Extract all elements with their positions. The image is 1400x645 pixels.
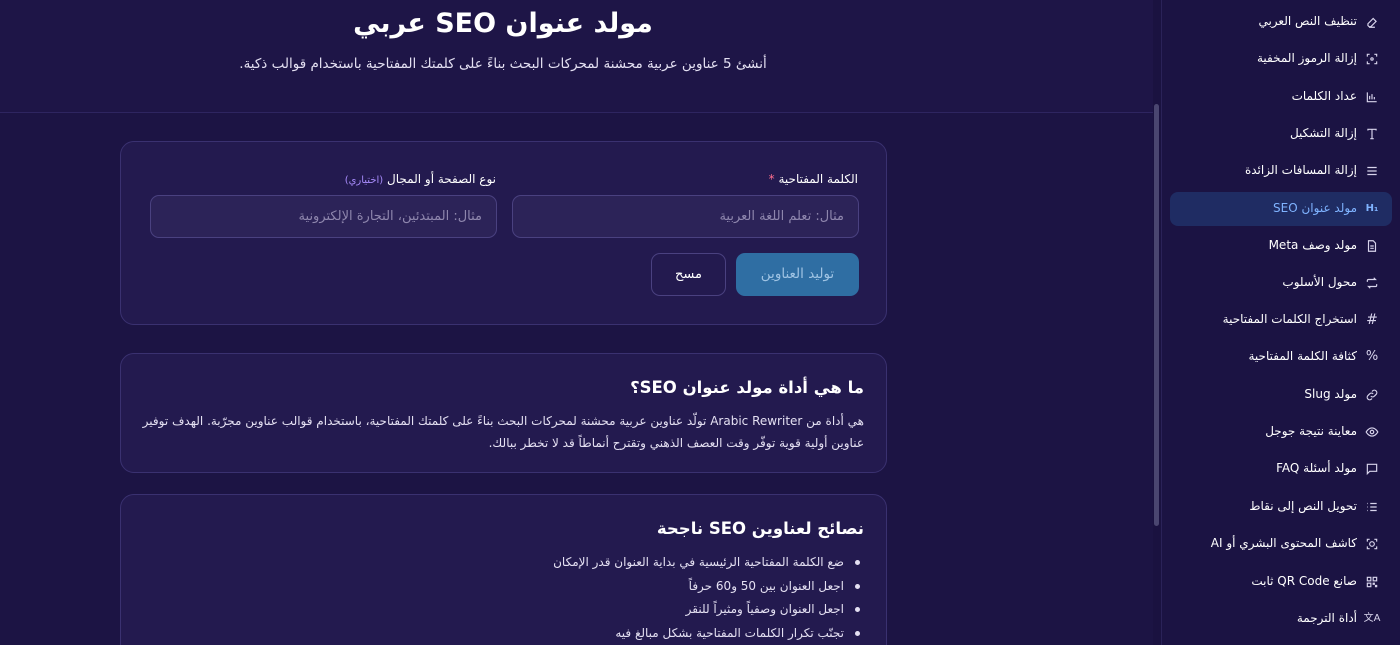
generate-titles-button[interactable]: توليد العناوين [736,253,859,296]
sidebar-item-label: إزالة الرموز المخفية [1256,51,1357,65]
lines-icon [1363,162,1381,180]
sidebar-item-label: مولد وصف Meta [1268,238,1357,252]
hash-icon: # [1366,312,1378,328]
ai-scan-icon [1363,535,1381,553]
keyword-label-text: الكلمة المفتاحية [778,172,858,186]
about-tool-title: ما هي أداة مولد عنوان SEO؟ [630,378,864,397]
scan-icon [1363,50,1381,68]
tips-title: نصائح لعناوين SEO ناجحة [656,519,864,538]
about-tool-card: ما هي أداة مولد عنوان SEO؟ هي أداة من Ar… [120,353,887,473]
sidebar-item-label: كاشف المحتوى البشري أو AI [1210,536,1357,550]
sidebar-item-qr-code[interactable]: صانع QR Code ثابت [1170,565,1392,599]
sidebar-item-label: تحويل النص إلى نقاط [1249,499,1357,513]
sidebar-item-translate[interactable]: 文A أداة الترجمة [1170,602,1392,636]
chart-icon [1363,88,1381,106]
tips-list: ضع الكلمة المفتاحية الرئيسية في بداية ال… [553,551,864,645]
sidebar-item-remove-spaces[interactable]: إزالة المسافات الزائدة [1170,154,1392,188]
sidebar-item-label: كثافة الكلمة المفتاحية [1248,349,1358,363]
sidebar-item-label: استخراج الكلمات المفتاحية [1222,312,1357,326]
required-mark: * [768,172,775,186]
sidebar-item-bullets[interactable]: تحويل النص إلى نقاط [1170,490,1392,524]
sidebar-item-remove-hidden[interactable]: إزالة الرموز المخفية [1170,42,1392,76]
sidebar-item-faq[interactable]: مولد أسئلة FAQ [1170,452,1392,486]
eye-icon [1363,423,1381,441]
about-tool-text: هي أداة من Arabic Rewriter تولّد عناوين … [142,414,864,450]
qr-icon [1363,573,1381,591]
sidebar-item-keyword-extract[interactable]: # استخراج الكلمات المفتاحية [1170,303,1392,337]
tip-item: ضع الكلمة المفتاحية الرئيسية في بداية ال… [553,551,864,575]
sidebar-item-label: معاينة نتيجة جوجل [1265,424,1357,438]
keyword-label: الكلمة المفتاحية * [769,172,858,186]
repeat-icon [1363,274,1381,292]
generator-form-card: الكلمة المفتاحية * نوع الصفحة أو المجال … [120,141,887,325]
sidebar-item-label: تنظيف النص العربي [1258,14,1357,28]
heading-icon: H₁ [1365,203,1379,214]
sidebar-item-google-preview[interactable]: معاينة نتيجة جوجل [1170,415,1392,449]
sidebar-item-style-converter[interactable]: محول الأسلوب [1170,266,1392,300]
optional-mark: (اختياري) [344,175,384,186]
translate-icon: 文A [1363,613,1381,624]
sidebar-item-label: إزالة المسافات الزائدة [1244,163,1357,177]
sidebar-item-keyword-density[interactable]: % كثافة الكلمة المفتاحية [1170,340,1392,374]
message-icon [1363,460,1381,478]
clear-button[interactable]: مسح [651,253,726,296]
file-icon [1363,237,1381,255]
eraser-icon [1363,13,1381,31]
sidebar-item-meta-description[interactable]: مولد وصف Meta [1170,229,1392,263]
percent-icon: % [1365,349,1379,364]
page-type-label: نوع الصفحة أو المجال (اختياري) [345,172,496,186]
page-type-input[interactable]: مثال: المبتدئين، التجارة الإلكترونية [150,195,497,238]
sidebar-item-label: أداة الترجمة [1296,611,1357,625]
page-header: مولد عنوان SEO عربي أنشئ 5 عناوين عربية … [0,0,1153,113]
scrollbar-thumb[interactable] [1154,104,1159,526]
sidebar-item-label: مولد Slug [1304,387,1357,401]
sidebar-item-label: مولد عنوان SEO [1273,201,1357,215]
tools-sidebar: تنظيف النص العربي إزالة الرموز المخفية ع… [1161,0,1400,645]
tip-item: اجعل العنوان بين 50 و60 حرفاً [553,575,864,599]
sidebar-item-remove-diacritics[interactable]: إزالة التشكيل [1170,117,1392,151]
page-subtitle: أنشئ 5 عناوين عربية محشنة لمحركات البحث … [239,56,767,72]
sidebar-item-label: مولد أسئلة FAQ [1276,461,1357,475]
type-icon [1363,125,1381,143]
sidebar-item-word-counter[interactable]: عداد الكلمات [1170,80,1392,114]
link-icon [1363,386,1381,404]
sidebar-item-label: إزالة التشكيل [1289,126,1357,140]
main-content: مولد عنوان SEO عربي أنشئ 5 عناوين عربية … [0,0,1153,645]
sidebar-item-ai-detector[interactable]: كاشف المحتوى البشري أو AI [1170,527,1392,561]
keyword-input[interactable]: مثال: تعلم اللغة العربية [512,195,859,238]
tip-item: اجعل العنوان وصفياً ومثيراً للنقر [553,598,864,622]
sidebar-item-label: عداد الكلمات [1291,89,1357,103]
page-title: مولد عنوان SEO عربي [353,8,653,39]
page-type-label-text: نوع الصفحة أو المجال [387,172,496,186]
tip-item: تجنّب تكرار الكلمات المفتاحية بشكل مبالغ… [553,622,864,645]
sidebar-item-label: محول الأسلوب [1282,275,1357,289]
sidebar-item-clean-text[interactable]: تنظيف النص العربي [1170,5,1392,39]
sidebar-item-slug[interactable]: مولد Slug [1170,378,1392,412]
sidebar-item-seo-title[interactable]: H₁ مولد عنوان SEO [1170,192,1392,226]
tips-card: نصائح لعناوين SEO ناجحة ضع الكلمة المفتا… [120,494,887,645]
sidebar-item-label: صانع QR Code ثابت [1251,574,1357,588]
list-icon [1363,498,1381,516]
